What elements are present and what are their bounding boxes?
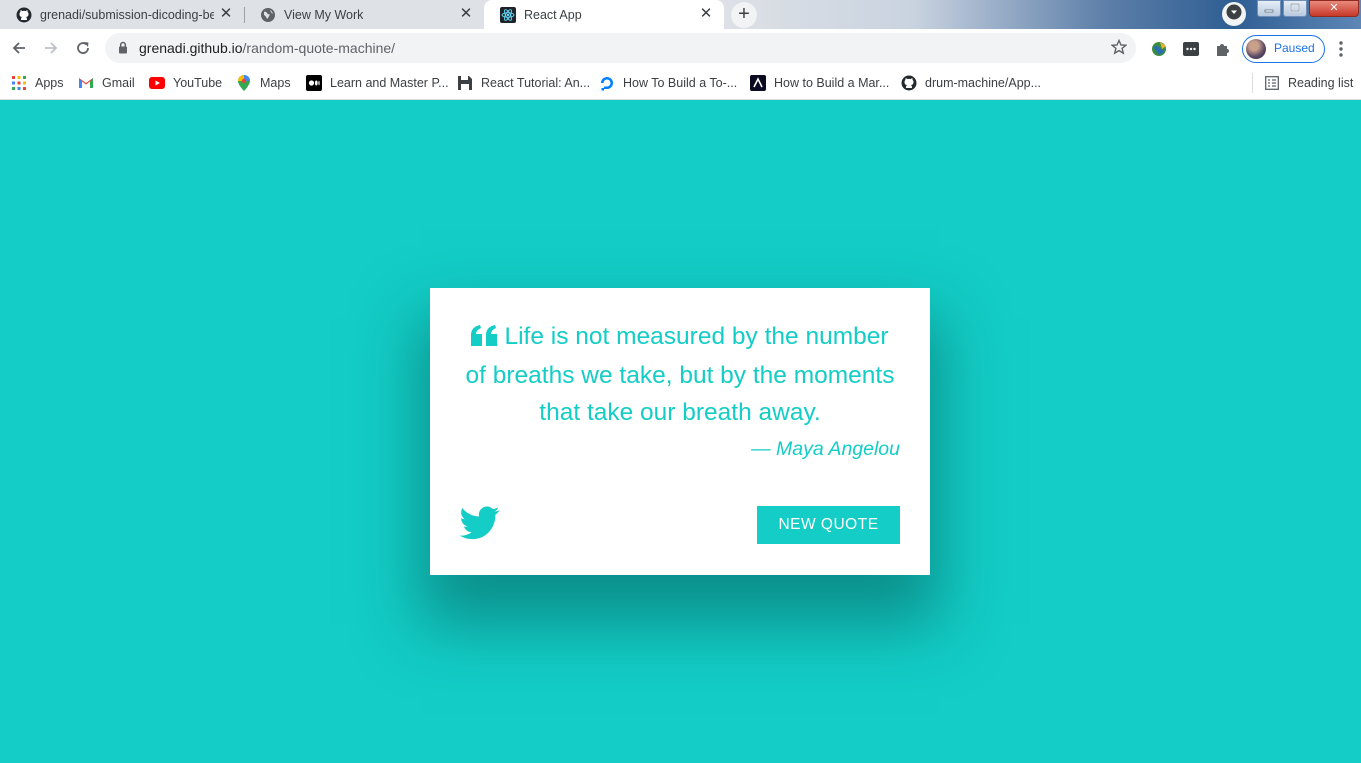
bookmark-youtube[interactable]: YouTube (149, 74, 222, 92)
tweet-quote-button[interactable] (459, 506, 500, 544)
floppy-icon (457, 75, 473, 91)
tab-title: React App (524, 7, 582, 22)
bookmark-label: Apps (35, 76, 64, 90)
bookmark-drum-machine[interactable]: drum-machine/App... (901, 74, 1041, 92)
bookmark-label: YouTube (173, 76, 223, 90)
new-tab-button[interactable]: + (731, 2, 757, 28)
github-icon (16, 7, 32, 23)
back-arrow-icon (12, 42, 25, 54)
chevron-down-icon (1226, 4, 1242, 25)
avatar (1246, 39, 1266, 59)
reload-button[interactable] (69, 34, 97, 62)
close-icon[interactable]: ✕ (218, 6, 234, 22)
quote-author: — Maya Angelou (751, 438, 900, 460)
tab-title: grenadi/submission-dicoding-be (40, 7, 214, 22)
bookmark-maps[interactable]: Maps (236, 74, 291, 92)
menu-dots-icon[interactable] (1334, 40, 1348, 63)
bookmarks-divider (1252, 73, 1253, 93)
bookmark-label: Gmail (102, 76, 135, 90)
forward-button[interactable] (37, 34, 65, 62)
address-bar[interactable]: grenadi.github.io/random-quote-machine/ (105, 33, 1136, 63)
bookmarks-bar: Apps Gmail YouTube Maps Learn and Master… (0, 67, 1361, 100)
browser-toolbar: grenadi.github.io/random-quote-machine/ … (0, 29, 1361, 67)
bookmark-label: How to Build a Mar... (774, 76, 890, 90)
close-icon[interactable]: ✕ (458, 6, 474, 22)
quote-left-icon (471, 320, 498, 357)
url-host: grenadi.github.io (139, 40, 243, 56)
maximize-button[interactable] (1283, 0, 1307, 17)
url-text: grenadi.github.io/random-quote-machine/ (139, 40, 395, 56)
star-icon[interactable] (1110, 38, 1128, 60)
tab-title: View My Work (284, 7, 364, 22)
lock-icon (118, 41, 128, 59)
bookmark-gmail[interactable]: Gmail (78, 74, 135, 92)
digitalocean-icon (599, 75, 615, 91)
bookmark-apps[interactable]: Apps (11, 74, 64, 92)
gmail-icon (78, 75, 94, 91)
window-close-button[interactable]: ✕ (1309, 0, 1359, 17)
profile-status-label: Paused (1274, 41, 1315, 55)
forward-arrow-icon (45, 42, 58, 54)
minimize-button[interactable] (1257, 0, 1281, 17)
bookmark-react-tutorial[interactable]: React Tutorial: An... (457, 74, 590, 92)
quote-card: Life is not measured by the number of br… (430, 288, 930, 575)
tab-search-button[interactable] (1222, 2, 1246, 26)
medium-icon (306, 75, 322, 91)
quote-text: Life is not measured by the number of br… (465, 323, 895, 426)
profile-button[interactable]: Paused (1242, 35, 1325, 63)
puzzle-icon[interactable] (1214, 40, 1232, 63)
bookmark-label: drum-machine/App... (925, 76, 1042, 90)
freecodecamp-icon (750, 75, 766, 91)
reload-icon (77, 42, 89, 54)
extension-dots-icon[interactable] (1182, 40, 1200, 63)
globe-icon (260, 7, 276, 23)
new-quote-button[interactable]: NEW QUOTE (757, 506, 900, 544)
tab-github[interactable]: grenadi/submission-dicoding-be ✕ (0, 0, 244, 29)
bookmark-label: Learn and Master P... (330, 76, 449, 90)
github-icon (901, 75, 917, 91)
reading-list-icon (1264, 75, 1280, 91)
close-icon[interactable]: ✕ (698, 6, 714, 22)
url-path: /random-quote-machine/ (242, 40, 396, 56)
reading-list-button[interactable]: Reading list (1264, 74, 1353, 92)
tab-view-my-work[interactable]: View My Work ✕ (244, 0, 484, 29)
maps-icon (236, 75, 252, 91)
bookmark-todo-app[interactable]: How To Build a To-... (599, 74, 737, 92)
react-icon (500, 6, 516, 23)
apps-grid-icon (11, 75, 27, 91)
quote-text-block: Life is not measured by the number of br… (460, 318, 900, 431)
tab-strip: grenadi/submission-dicoding-be ✕ View My… (0, 0, 1361, 29)
reading-list-label: Reading list (1288, 76, 1354, 90)
bookmark-label: Maps (260, 76, 291, 90)
bookmark-label: React Tutorial: An... (481, 76, 591, 90)
back-button[interactable] (5, 34, 33, 62)
extension-globe-icon[interactable] (1150, 40, 1168, 63)
tab-react-app[interactable]: React App ✕ (484, 0, 724, 29)
youtube-icon (149, 75, 165, 91)
bookmark-build-mar[interactable]: How to Build a Mar... (750, 74, 889, 92)
twitter-icon (459, 506, 500, 544)
bookmark-label: How To Build a To-... (623, 76, 738, 90)
bookmark-learn-master[interactable]: Learn and Master P... (306, 74, 449, 92)
